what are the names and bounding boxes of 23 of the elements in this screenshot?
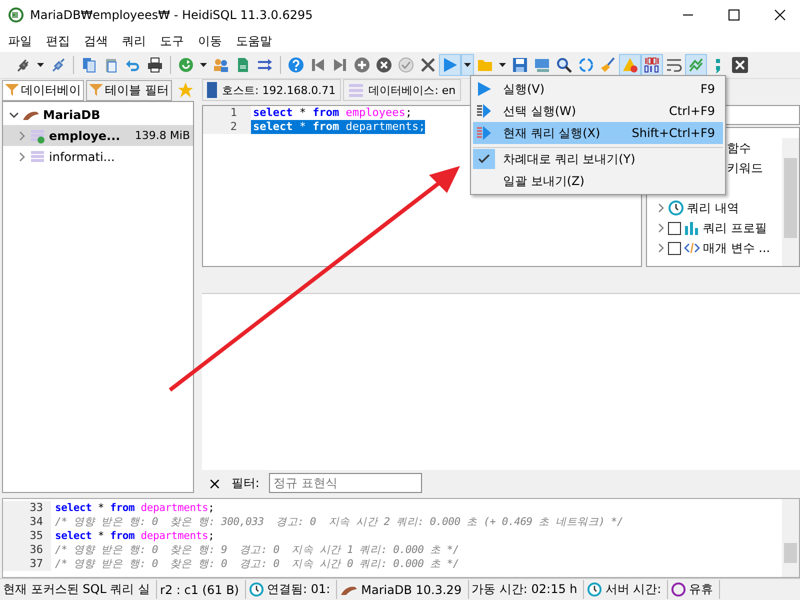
log-line: select * from departments;: [54, 529, 214, 543]
line-number: 35: [3, 529, 51, 543]
status-text: 가동 시간: 02:15 h: [472, 581, 578, 598]
filter-label: 필터:: [231, 474, 260, 492]
code-line: select * from employees;: [252, 106, 412, 120]
status-text: 연결됨: 01:: [266, 581, 330, 598]
log-line: /* 영향 받은 행: 0 찾은 행: 300,033 경고: 0 지속 시간 2 쿼리: 0.000 초 (+ 0.469 초 네트워크) */: [54, 515, 624, 529]
line-number: 1: [203, 106, 251, 120]
status-text: 서버 시간:: [605, 581, 662, 598]
window-title: MariaDB₩employees₩ - HeidiSQL 11.3.0.6295: [30, 8, 313, 22]
line-number: 36: [3, 543, 51, 557]
line-number: 33: [3, 501, 51, 515]
line-number: 37: [3, 557, 51, 571]
status-text: 유휴: [689, 581, 714, 598]
log-line: /* 영향 받은 행: 0 찾은 행: 9 경고: 0 지속 시간 1 쿼리: 0.000 초 */: [54, 543, 459, 557]
status-text: 현재 포커스된 SQL 쿼리 실: [3, 581, 150, 598]
status-text: r2 : c1 (61 B): [160, 582, 239, 596]
database-size: 139.8 MiB: [134, 129, 191, 142]
line-number: 34: [3, 515, 51, 529]
log-line: /* 영향 받은 행: 0 찾은 행: 0 경고: 0 지속 시간 0 쿼리: 0.000 초 */: [54, 557, 459, 571]
line-number: 2: [203, 120, 251, 134]
log-line: select * from departments;: [54, 501, 214, 515]
status-text: MariaDB 10.3.29: [361, 582, 462, 596]
